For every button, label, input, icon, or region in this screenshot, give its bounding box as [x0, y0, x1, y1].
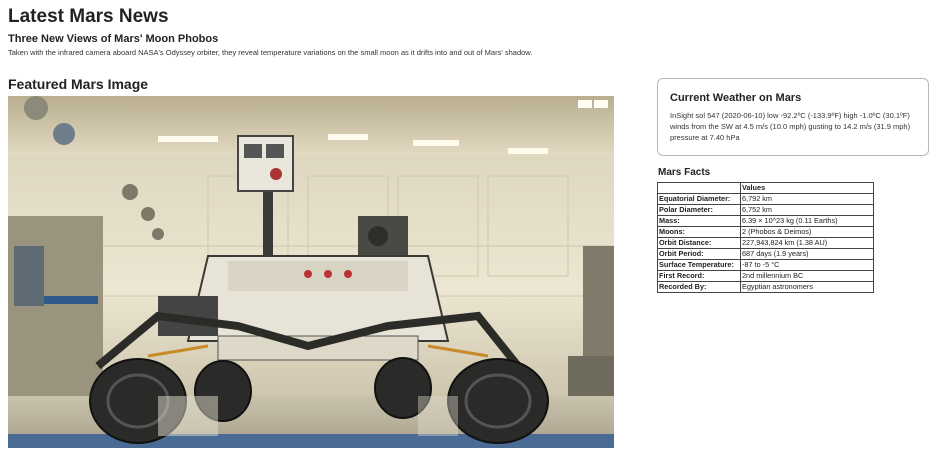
fact-label: Orbit Distance: [657, 237, 741, 249]
fact-label: Mass: [657, 215, 741, 227]
fact-value: 227,943,824 km (1.38 AU) [740, 237, 874, 249]
column-header-empty [657, 182, 741, 194]
fact-label: Orbit Period: [657, 248, 741, 260]
featured-image[interactable] [8, 96, 614, 448]
fact-label: Recorded By: [657, 281, 741, 293]
table-row: Moons: 2 (Phobos & Deimos) [657, 226, 874, 238]
table-row: Polar Diameter: 6,752 km [657, 204, 874, 216]
fact-label: Moons: [657, 226, 741, 238]
featured-image-heading: Featured Mars Image [8, 76, 149, 92]
table-row: Orbit Period: 687 days (1.9 years) [657, 248, 874, 260]
mars-facts-table: Values Equatorial Diameter: 6,792 km Pola… [657, 182, 874, 293]
fact-label: Equatorial Diameter: [657, 193, 741, 205]
rover-photo [8, 96, 614, 448]
fact-label: First Record: [657, 270, 741, 282]
fact-value: Egyptian astronomers [740, 281, 874, 293]
fact-value: 2nd millennium BC [740, 270, 874, 282]
table-row: First Record: 2nd millennium BC [657, 270, 874, 282]
weather-report: InSight sol 547 (2020-06-10) low -92.2ºC… [670, 111, 911, 142]
weather-card: Current Weather on Mars InSight sol 547 … [657, 78, 929, 156]
table-row: Mass: 6.39 × 10^23 kg (0.11 Earths) [657, 215, 874, 227]
news-teaser: Taken with the infrared camera aboard NA… [8, 48, 533, 57]
fact-label: Surface Temperature: [657, 259, 741, 271]
table-row: Surface Temperature: -87 to -5 °C [657, 259, 874, 271]
table-header-row: Values [657, 182, 874, 194]
news-title[interactable]: Three New Views of Mars' Moon Phobos [8, 33, 218, 45]
table-row: Orbit Distance: 227,943,824 km (1.38 AU) [657, 237, 874, 249]
fact-value: 6,792 km [740, 193, 874, 205]
fact-value: 687 days (1.9 years) [740, 248, 874, 260]
page-title: Latest Mars News [8, 6, 169, 27]
fact-value: 6.39 × 10^23 kg (0.11 Earths) [740, 215, 874, 227]
fact-value: 2 (Phobos & Deimos) [740, 226, 874, 238]
mars-facts-heading: Mars Facts [658, 167, 711, 178]
fact-value: 6,752 km [740, 204, 874, 216]
table-row: Equatorial Diameter: 6,792 km [657, 193, 874, 205]
table-row: Recorded By: Egyptian astronomers [657, 281, 874, 293]
fact-value: -87 to -5 °C [740, 259, 874, 271]
column-header-values: Values [740, 182, 874, 194]
fact-label: Polar Diameter: [657, 204, 741, 216]
weather-title: Current Weather on Mars [670, 92, 802, 104]
